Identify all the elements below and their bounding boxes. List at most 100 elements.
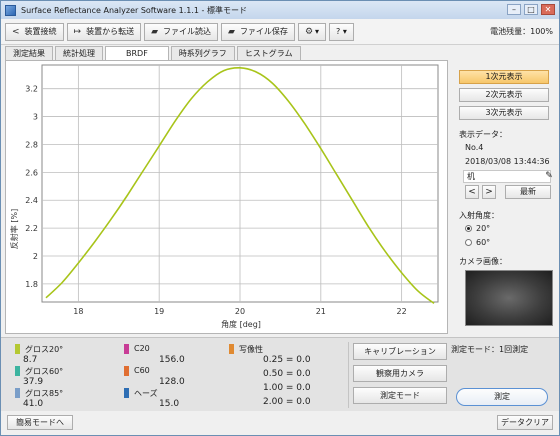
data-clear-button[interactable]: データクリア [497,415,553,430]
app-window: Surface Reflectance Analyzer Software 1.… [0,0,560,436]
gloss85-value: 41.0 [23,399,44,409]
gloss85-label: グロス85° [25,389,64,398]
latest-data-button[interactable]: 最新 [505,185,551,199]
settings-dropdown-arrow: ▾ [315,27,320,36]
connect-label: 装置接続 [24,27,57,36]
tab-timeseries[interactable]: 時系列グラフ [170,46,235,60]
c60-label: C60 [134,366,150,375]
next-data-button[interactable]: > [482,185,496,199]
gloss60-value: 37.9 [23,377,44,387]
angle-20-label: 20° [476,224,491,233]
x-tick-labels: 18 19 20 21 22 [73,307,406,316]
y-axis-label: 反射率 [%] [9,209,19,249]
radio-unselected-icon [465,239,472,246]
tab-bar: 測定結果 統計処理 BRDF 時系列グラフ ヒストグラム [5,46,303,61]
toolbar: < 装置接続 ↦ 装置から転送 ▰ ファイル読込 ▰ ファイル保存 ⚙ ▾ ? … [1,19,559,45]
haze-value: 15.0 [159,399,180,409]
haze-swatch [124,388,129,398]
angle-60-label: 60° [476,238,491,247]
save-file-button[interactable]: ▰ ファイル保存 [221,22,295,41]
y-tick-label: 2.8 [25,140,38,149]
help-button[interactable]: ? ▾ [329,22,354,41]
view-3d-button[interactable]: 3次元表示 [459,106,549,120]
prev-data-button[interactable]: < [465,185,479,199]
tab-statistics[interactable]: 統計処理 [55,46,103,60]
image-clarity-label: 写像性 [239,345,263,354]
y-tick-label: 3.2 [25,85,38,94]
help-label: ? ▾ [336,27,347,36]
angle-60-radio[interactable]: 60° [465,238,490,247]
transfer-button[interactable]: ↦ 装置から転送 [66,22,142,41]
window-title: Surface Reflectance Analyzer Software 1.… [21,5,247,15]
data-number: No.4 [465,143,484,152]
image-clarity-100: 1.00 = 0.0 [263,383,311,393]
observation-camera-button[interactable]: 観察用カメラ [353,365,447,382]
tab-histogram[interactable]: ヒストグラム [236,46,301,60]
y-tick-label: 2.4 [25,196,38,205]
y-tick-label: 1.8 [25,280,38,289]
x-axis-label: 角度 [deg] [221,319,261,329]
angle-20-radio[interactable]: 20° [465,224,490,233]
folder-save-icon: ▰ [228,26,235,37]
y-tick-label: 2 [33,252,38,261]
y-tick-label: 2.6 [25,168,38,177]
image-clarity-200: 2.00 = 0.0 [263,397,311,407]
c60-swatch [124,366,129,376]
view-1d-button[interactable]: 1次元表示 [459,70,549,84]
x-tick-label: 22 [397,307,407,316]
x-tick-label: 19 [154,307,164,316]
settings-button[interactable]: ⚙ ▾ [297,22,327,41]
app-icon [5,4,16,16]
edit-icon[interactable]: ✎ [544,170,554,184]
y-tick-label: 2.2 [25,224,38,233]
measure-button[interactable]: 測定 [456,388,548,406]
x-tick-label: 20 [235,307,245,316]
share-icon: < [12,26,20,37]
right-panel: 1次元表示 2次元表示 3次元表示 表示データ： No.4 2018/03/08… [453,60,557,334]
data-datetime: 2018/03/08 13:44:36 [465,157,550,166]
maximize-button[interactable]: □ [524,4,538,15]
data-name-value: 机 [467,172,475,181]
c20-swatch [124,344,129,354]
gloss60-swatch [15,366,20,376]
minimize-button[interactable]: – [507,4,521,15]
c60-value: 128.0 [159,377,185,387]
gloss20-swatch [15,344,20,354]
c20-label: C20 [134,344,150,353]
close-button[interactable]: ✕ [541,4,555,15]
gloss20-value: 8.7 [23,355,38,365]
image-clarity-025: 0.25 = 0.0 [263,355,311,365]
incident-angle-label: 入射角度： [459,211,499,220]
brdf-chart: 1.822.22.42.62.833.2 18 19 20 21 22 反射率 [%] … [9,64,439,329]
tab-results[interactable]: 測定結果 [5,46,53,60]
measure-mode-button[interactable]: 測定モード [353,387,447,404]
camera-preview-image [465,270,553,326]
load-file-button[interactable]: ▰ ファイル読込 [144,22,219,41]
battery-status: 電池残量：100% [490,27,553,36]
calibration-button[interactable]: キャリブレーション [353,343,447,360]
gear-icon: ⚙ [304,26,314,37]
x-tick-label: 21 [316,307,326,316]
c20-value: 156.0 [159,355,185,365]
image-clarity-swatch [229,344,234,354]
import-arrow-icon: ↦ [73,26,82,37]
view-2d-button[interactable]: 2次元表示 [459,88,549,102]
gloss20-label: グロス20° [25,345,64,354]
radio-selected-icon [465,225,472,232]
data-name-field[interactable]: 机 [463,170,551,183]
brdf-chart-panel: 1.8 2 2.2 2.4 2.6 2.8 3 3.2 18 19 20 21 22 反射率 [%] … [5,60,448,334]
image-clarity-050: 0.50 = 0.0 [263,369,311,379]
camera-image-label: カメラ画像： [459,257,507,266]
results-divider [348,342,349,408]
save-file-label: ファイル保存 [239,27,288,36]
display-data-label: 表示データ： [459,130,507,139]
connect-button[interactable]: < 装置接続 [5,22,64,41]
tab-brdf[interactable]: BRDF [105,46,169,61]
y-tick-label: 3 [33,113,38,122]
chart-grid [41,64,439,303]
y-tick-labels: 1.8 2 2.2 2.4 2.6 2.8 3 3.2 [25,85,38,289]
simple-mode-button[interactable]: 簡易モードへ [7,415,73,430]
x-tick-label: 18 [73,307,83,316]
transfer-label: 装置から転送 [86,27,135,36]
load-file-label: ファイル読込 [163,27,212,36]
